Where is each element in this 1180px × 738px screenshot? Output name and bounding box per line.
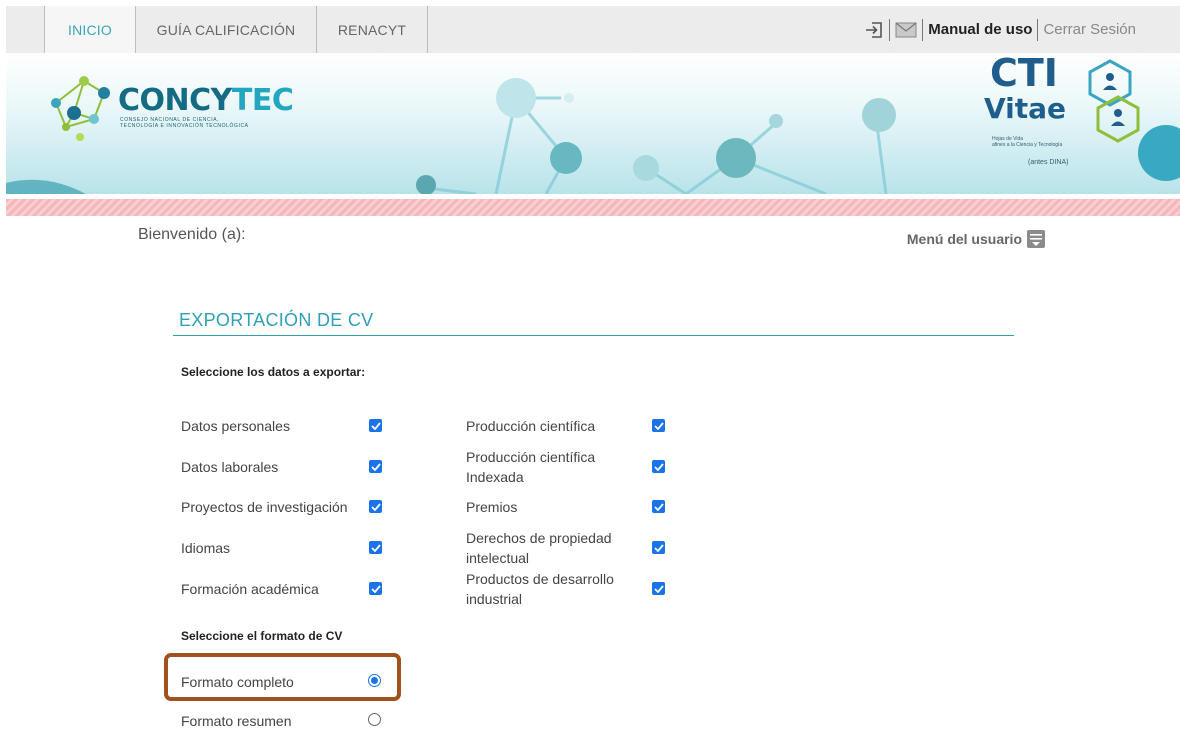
- option-label: Datos laborales: [181, 459, 279, 475]
- concytec-logo-text: CONCYTEC: [118, 83, 294, 118]
- option-label: Productos de desarrollo industrial: [466, 571, 614, 607]
- tab-guia-calificacion[interactable]: GUÍA CALIFICACIÓN: [135, 6, 317, 53]
- option-label: Proyectos de investigación: [181, 499, 348, 515]
- checkbox-derechos-propiedad[interactable]: [652, 541, 665, 554]
- checkbox-idiomas[interactable]: [369, 541, 382, 554]
- option-label: Producción científica: [466, 418, 596, 434]
- checkbox-produccion-cientifica-indexada[interactable]: [652, 460, 665, 473]
- top-right-links: Manual de uso Cerrar Sesión: [864, 6, 1136, 53]
- checkbox-premios[interactable]: [652, 500, 665, 513]
- concytec-logo-icon: [51, 76, 110, 141]
- cti-vitae-antes: (antes DINA): [1028, 159, 1069, 166]
- option-label: Idiomas: [181, 540, 231, 556]
- manual-de-uso-link[interactable]: Manual de uso: [928, 21, 1032, 38]
- format-label: Formato resumen: [181, 713, 292, 729]
- cti-vitae-title: CTI: [990, 53, 1058, 95]
- divider: [1037, 18, 1039, 41]
- option-label: Premios: [466, 499, 518, 515]
- checkbox-formacion-academica[interactable]: [369, 582, 382, 595]
- header-banner: CONCYTEC CONSEJO NACIONAL DE CIENCIA, TE…: [6, 53, 1180, 194]
- option-label: Datos personales: [181, 418, 290, 434]
- radio-formato-completo[interactable]: [368, 674, 381, 687]
- select-data-heading: Seleccione los datos a exportar:: [181, 365, 366, 379]
- divider: [889, 18, 891, 41]
- user-menu-label: Menú del usuario: [906, 231, 1022, 247]
- mail-icon[interactable]: [895, 22, 917, 38]
- concytec-logo-subtitle: CONSEJO NACIONAL DE CIENCIA, TECNOLOGÍA …: [120, 117, 249, 129]
- option-label: Producción científica Indexada: [466, 449, 596, 485]
- cti-hexagon-icon: [1088, 59, 1140, 143]
- top-navigation: INICIO GUÍA CALIFICACIÓN RENACYT Manual …: [6, 6, 1180, 53]
- checkbox-proyectos-investigacion[interactable]: [369, 500, 382, 513]
- tab-inicio[interactable]: INICIO: [44, 6, 136, 53]
- decorative-stripe: [6, 199, 1180, 216]
- divider: [922, 18, 924, 41]
- user-menu-button[interactable]: Menú del usuario: [907, 229, 1046, 249]
- login-icon[interactable]: [864, 21, 884, 39]
- option-label: Derechos de propiedad intelectual: [466, 530, 612, 566]
- option-label: Formación académica: [181, 581, 319, 597]
- page-title: EXPORTACIÓN DE CV: [179, 310, 374, 330]
- tab-renacyt[interactable]: RENACYT: [316, 6, 428, 53]
- title-divider: [173, 335, 1014, 336]
- welcome-text: Bienvenido (a):: [138, 226, 246, 243]
- checkbox-datos-laborales[interactable]: [369, 460, 382, 473]
- checkbox-productos-desarrollo[interactable]: [652, 582, 665, 595]
- checkbox-produccion-cientifica[interactable]: [652, 419, 665, 432]
- menu-list-icon: [1027, 230, 1045, 248]
- checkbox-datos-personales[interactable]: [369, 419, 382, 432]
- radio-formato-resumen[interactable]: [368, 713, 381, 726]
- format-label: Formato completo: [181, 674, 294, 690]
- select-format-heading: Seleccione el formato de CV: [181, 629, 343, 643]
- cti-vitae-subtitle: Hojas de Vida afines a la Ciencia y Tecn…: [992, 136, 1063, 148]
- cerrar-sesion-link[interactable]: Cerrar Sesión: [1043, 21, 1136, 38]
- cti-vitae-word: Vitae: [984, 92, 1067, 125]
